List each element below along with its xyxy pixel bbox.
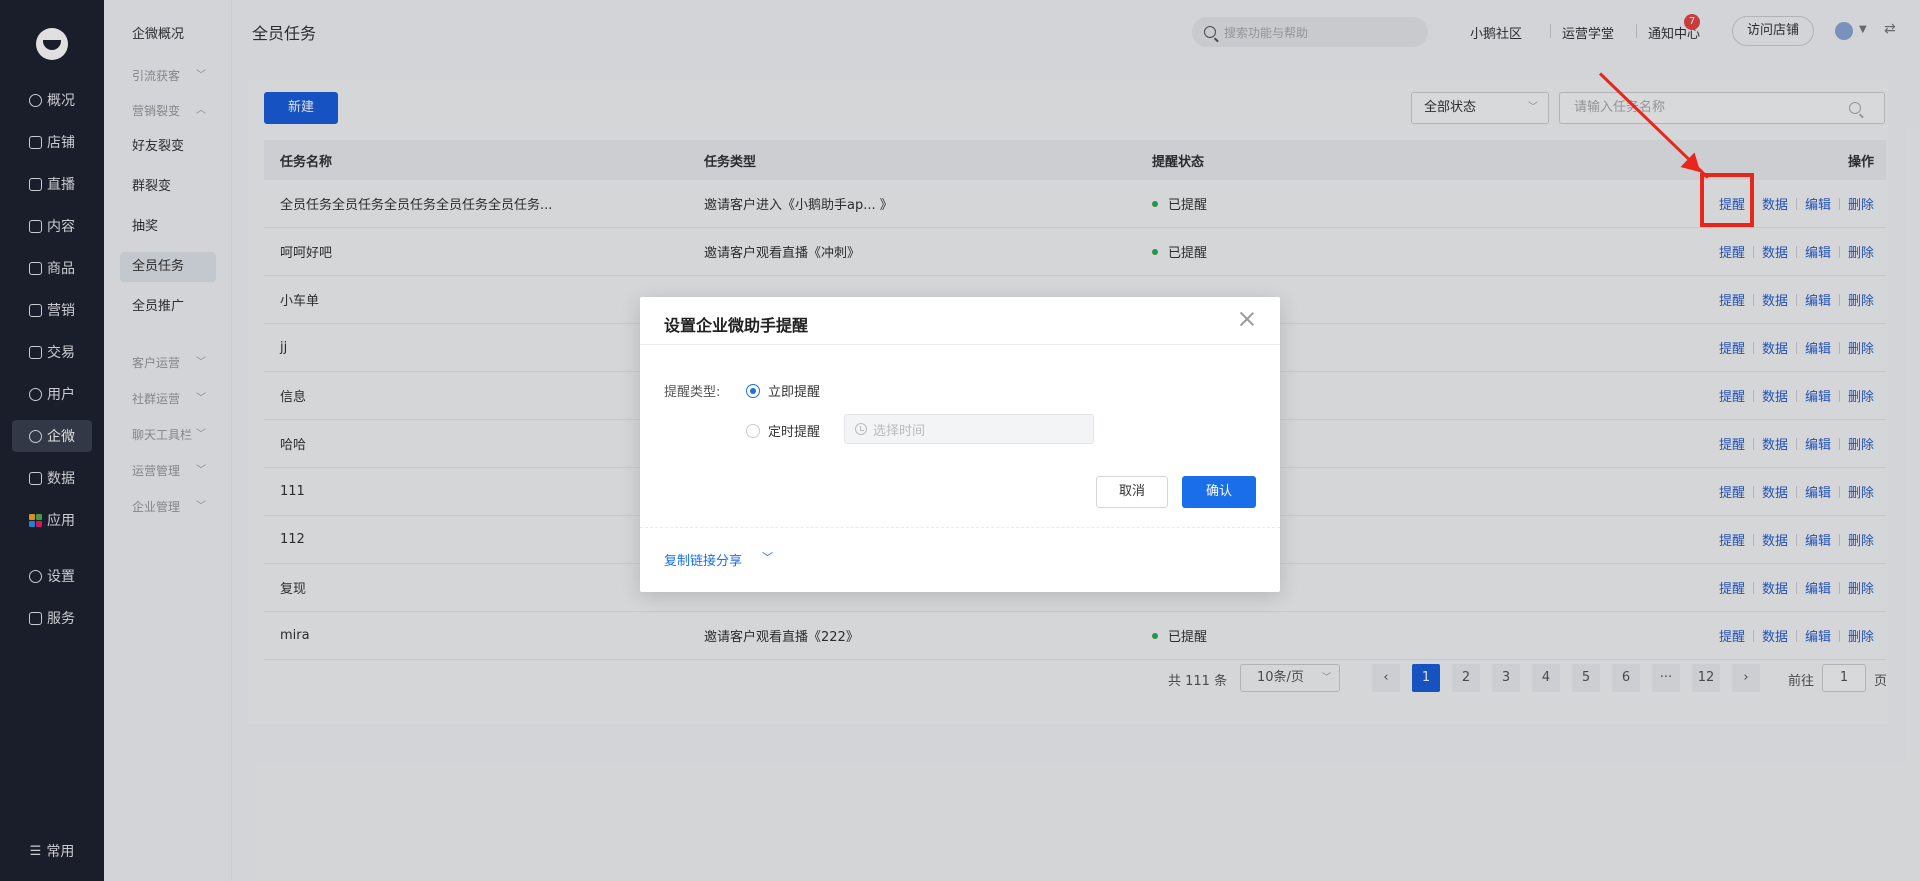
schedule-time-picker[interactable]: 选择时间 bbox=[844, 414, 1094, 444]
radio-immediate[interactable]: 立即提醒 bbox=[746, 381, 820, 400]
divider bbox=[640, 527, 1280, 528]
chevron-down-icon[interactable]: ﹀ bbox=[762, 549, 773, 565]
confirm-button[interactable]: 确认 bbox=[1182, 476, 1256, 508]
radio-immediate-label: 立即提醒 bbox=[768, 385, 821, 400]
dialog-header: 设置企业微助手提醒 bbox=[640, 297, 1280, 345]
clock-icon bbox=[855, 423, 867, 435]
reminder-dialog: 设置企业微助手提醒 提醒类型: 立即提醒 定时提醒 选择时间 取消 确认 复制链… bbox=[640, 297, 1280, 592]
copy-share-link[interactable]: 复制链接分享 bbox=[664, 550, 742, 569]
reminder-type-label: 提醒类型: bbox=[664, 385, 721, 400]
radio-scheduled-label: 定时提醒 bbox=[768, 425, 821, 440]
cancel-button[interactable]: 取消 bbox=[1096, 476, 1168, 508]
close-icon[interactable] bbox=[1238, 310, 1256, 328]
dialog-title: 设置企业微助手提醒 bbox=[664, 316, 809, 335]
radio-scheduled[interactable]: 定时提醒 bbox=[746, 421, 820, 440]
highlight-box bbox=[1700, 173, 1754, 227]
time-placeholder: 选择时间 bbox=[873, 423, 926, 439]
radio-checked-icon[interactable] bbox=[746, 383, 760, 398]
radio-unchecked-icon[interactable] bbox=[746, 423, 760, 438]
